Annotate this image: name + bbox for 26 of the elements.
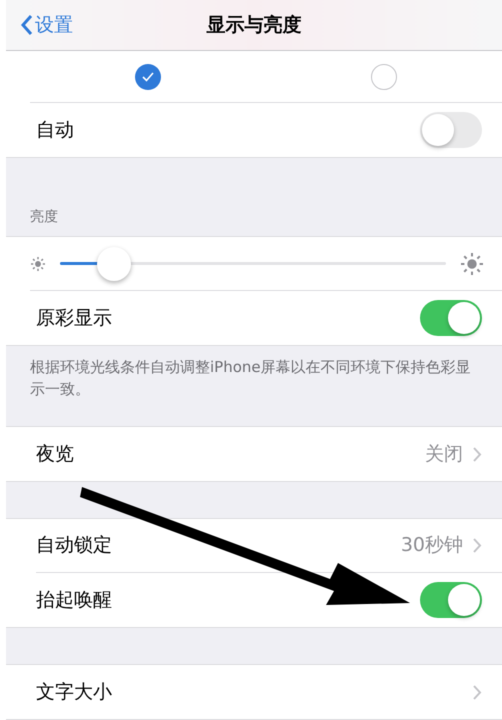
row-label: 抬起唤醒: [36, 588, 112, 613]
radio-button[interactable]: [371, 64, 397, 90]
slider-thumb[interactable]: [97, 246, 132, 280]
row-label: 自动锁定: [36, 533, 112, 558]
small-sun-icon: [30, 256, 46, 272]
row-label: 自动: [36, 118, 74, 143]
page-title: 显示与亮度: [206, 12, 302, 38]
large-sun-icon: [460, 252, 484, 276]
row-label: 文字大小: [36, 680, 112, 705]
section-header: 亮度: [30, 208, 58, 227]
back-chevron-icon: [20, 14, 33, 36]
row-label: 原彩显示: [36, 306, 112, 331]
row-value: 30秒钟: [400, 533, 463, 558]
chevron-icon: [473, 446, 482, 462]
chevron-icon: [473, 684, 482, 700]
toggle-switch[interactable]: [420, 112, 482, 148]
section-footer: 根据环境光线条件自动调整iPhone屏幕以在不同环境下保持色彩显示一致。: [30, 356, 474, 400]
chevron-icon: [473, 538, 482, 553]
brightness-slider[interactable]: [60, 244, 446, 282]
toggle-switch[interactable]: [420, 582, 482, 618]
row-value: 关闭: [425, 442, 463, 467]
checkmark-icon: [142, 72, 154, 82]
toggle-switch[interactable]: [420, 300, 482, 336]
selected-radio[interactable]: [135, 64, 161, 90]
row-label: 夜览: [36, 442, 74, 467]
back-button[interactable]: 设置: [6, 10, 73, 40]
